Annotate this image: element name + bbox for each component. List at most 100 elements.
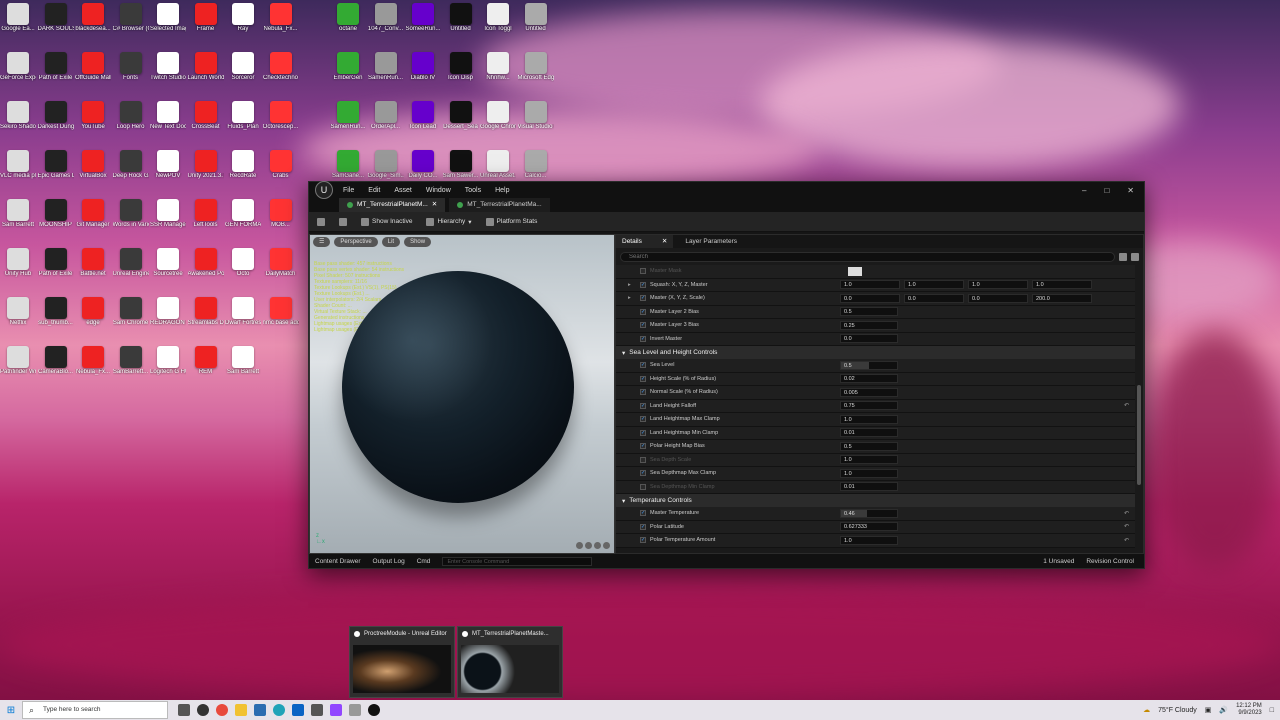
weather-text[interactable]: 75°F Cloudy	[1158, 707, 1197, 714]
desktop-icon[interactable]: Sorceror	[225, 52, 261, 82]
desktop-icon[interactable]: Calcio...	[518, 150, 554, 180]
parameter-value-field[interactable]: 0.0	[968, 293, 1028, 303]
parameter-value-field[interactable]: 1.0	[904, 280, 964, 290]
parameter-value-field[interactable]: 0.0	[840, 293, 900, 303]
override-checkbox[interactable]: ✓	[640, 523, 646, 530]
desktop-icon[interactable]: Ray	[225, 3, 261, 33]
maximize-icon[interactable]: □	[1104, 186, 1109, 195]
reset-to-default-icon[interactable]: ↶	[1124, 510, 1129, 517]
desktop-icon[interactable]: YouTube	[75, 101, 111, 131]
desktop-icon[interactable]: Google Chrome	[480, 101, 516, 131]
desktop-icon[interactable]: Sam Sawer...	[443, 150, 479, 180]
desktop-icon[interactable]: Deep Rock Galactic	[113, 150, 149, 180]
parameter-row[interactable]: ✓ Sea Depthmap Max Clamp 1.0	[616, 467, 1135, 481]
parameter-value-field[interactable]: 1.0	[840, 414, 898, 424]
notepad-icon[interactable]	[349, 704, 361, 716]
close-icon[interactable]: ✕	[1127, 186, 1134, 195]
output-log-button[interactable]: Output Log	[373, 558, 405, 565]
minimize-icon[interactable]: –	[1082, 186, 1086, 195]
desktop-icon[interactable]: Crabs	[263, 150, 299, 180]
override-checkbox[interactable]	[640, 483, 646, 490]
unsaved-indicator[interactable]: 1 Unsaved	[1043, 558, 1074, 565]
show-button[interactable]: Show	[404, 237, 432, 247]
desktop-icon[interactable]: SamenRun...	[330, 101, 366, 131]
override-checkbox[interactable]: ✓	[640, 281, 646, 288]
taskbar-preview-material[interactable]: MT_TerrestrialPlanetMaste...	[457, 626, 563, 698]
desktop-icon[interactable]: Icon Lead	[405, 101, 441, 131]
desktop-icon[interactable]: SamenRun...	[368, 52, 404, 82]
twitch-icon[interactable]	[330, 704, 342, 716]
store-icon[interactable]	[311, 704, 323, 716]
desktop-icon[interactable]: Battle.net	[75, 248, 111, 278]
desktop-icon[interactable]: SomeeRun...	[405, 3, 441, 33]
menu-edit[interactable]: Edit	[368, 187, 380, 194]
desktop-icon[interactable]: Darkest Dungeon	[38, 101, 74, 131]
mail-icon[interactable]	[292, 704, 304, 716]
desktop-icon[interactable]: Sourcetree	[150, 248, 186, 278]
menu-window[interactable]: Window	[426, 187, 451, 194]
volume-icon[interactable]: 🔊	[1219, 706, 1228, 714]
desktop-icon[interactable]: Unreal Engine	[113, 248, 149, 278]
desktop-icon[interactable]: 1047_Conv...	[368, 3, 404, 33]
desktop-icon[interactable]: DailyMatch	[263, 248, 299, 278]
desktop-icon[interactable]: OrderApl...	[368, 101, 404, 131]
parameter-row[interactable]: ✓ Normal Scale (% of Radius) 0.005	[616, 386, 1135, 400]
desktop-icon[interactable]: Streamlabs Desktop	[188, 297, 224, 327]
override-checkbox[interactable]: ✓	[640, 429, 646, 436]
parameter-value-field[interactable]: 0.5	[840, 360, 898, 370]
desktop-icon[interactable]: GEN FORMAT	[225, 199, 261, 229]
menu-asset[interactable]: Asset	[394, 187, 412, 194]
desktop-icon[interactable]: Daily CO...	[405, 150, 441, 180]
desktop-icon[interactable]: Awakened PoE Trade	[188, 248, 224, 278]
desktop-icon[interactable]: Fluids_Plan	[225, 101, 261, 131]
override-checkbox[interactable]: ✓	[640, 389, 646, 396]
desktop-icon[interactable]: Untitled	[443, 3, 479, 33]
desktop-icon[interactable]: DARK SOULS III	[38, 3, 74, 33]
details-search-input[interactable]	[620, 252, 1115, 262]
desktop-icon[interactable]: Sam Chrome	[113, 297, 149, 327]
desktop-icon[interactable]: MOB...	[263, 199, 299, 229]
parameter-value-field[interactable]: 1.0	[840, 535, 898, 545]
desktop-icon[interactable]: New Text Document	[150, 101, 186, 131]
viewport-menu-button[interactable]: ☰	[313, 237, 331, 247]
reset-to-default-icon[interactable]: ↶	[1124, 402, 1129, 409]
parameter-value-field[interactable]: 0.0	[840, 334, 898, 344]
desktop-icon[interactable]: Nebula_Fx...	[263, 3, 299, 33]
desktop-icon[interactable]: Netflix	[0, 297, 36, 327]
desktop-icon[interactable]: SamBarrett...	[113, 346, 149, 376]
desktop-icon[interactable]: REM	[188, 346, 224, 376]
desktop-icon[interactable]: Nhnhw...	[480, 52, 516, 82]
file-explorer-icon[interactable]	[235, 704, 247, 716]
parameter-group-header[interactable]: ▾ Temperature Controls	[616, 494, 1135, 507]
desktop-icon[interactable]: Path of Exile	[38, 248, 74, 278]
desktop-icon[interactable]: Untitled	[518, 3, 554, 33]
unreal-logo-icon[interactable]: U	[315, 181, 333, 199]
desktop-icon[interactable]: nmc base address	[263, 297, 299, 327]
parameter-value-field[interactable]: 1.0	[840, 455, 898, 465]
viewport-option-icon[interactable]	[594, 542, 601, 549]
parameter-value-field[interactable]: 1.0	[840, 280, 900, 290]
desktop-icon[interactable]: Google Ea...	[0, 3, 36, 33]
desktop-icon[interactable]: SSR Manager	[150, 199, 186, 229]
parameter-value-field[interactable]: 0.5	[840, 307, 898, 317]
desktop-icon[interactable]: octane	[330, 3, 366, 33]
parameter-row[interactable]: ▸ ✓ Master (X, Y, Z, Scale) 0.0 0.0 0.0 200.0	[616, 292, 1135, 306]
network-icon[interactable]: ▣	[1205, 706, 1212, 714]
parameter-value-field[interactable]: 0.46	[840, 508, 898, 518]
desktop-icon[interactable]: Octorescep...	[263, 101, 299, 131]
parameter-value-field[interactable]: 0.25	[840, 320, 898, 330]
desktop-icon[interactable]: Path of Exile	[38, 52, 74, 82]
parameter-row[interactable]: Master Mask	[616, 265, 1135, 279]
parameter-row[interactable]: ✓ Polar Latitude 0.627333 ↶	[616, 520, 1135, 534]
desktop-icon[interactable]: Loop Hero	[113, 101, 149, 131]
parameter-row[interactable]: ✓ Invert Master 0.0	[616, 332, 1135, 346]
parameter-row[interactable]: ✓ Master Layer 3 Bias 0.25	[616, 319, 1135, 333]
cmd-dropdown[interactable]: Cmd	[417, 558, 431, 565]
desktop-icon[interactable]: EmberGen	[330, 52, 366, 82]
edge-icon[interactable]	[273, 704, 285, 716]
menu-help[interactable]: Help	[495, 187, 509, 194]
expand-icon[interactable]: ▸	[628, 295, 631, 301]
parameter-value-field[interactable]: 0.005	[840, 387, 898, 397]
cortana-icon[interactable]	[197, 704, 209, 716]
revision-control-button[interactable]: Revision Control	[1086, 558, 1134, 565]
